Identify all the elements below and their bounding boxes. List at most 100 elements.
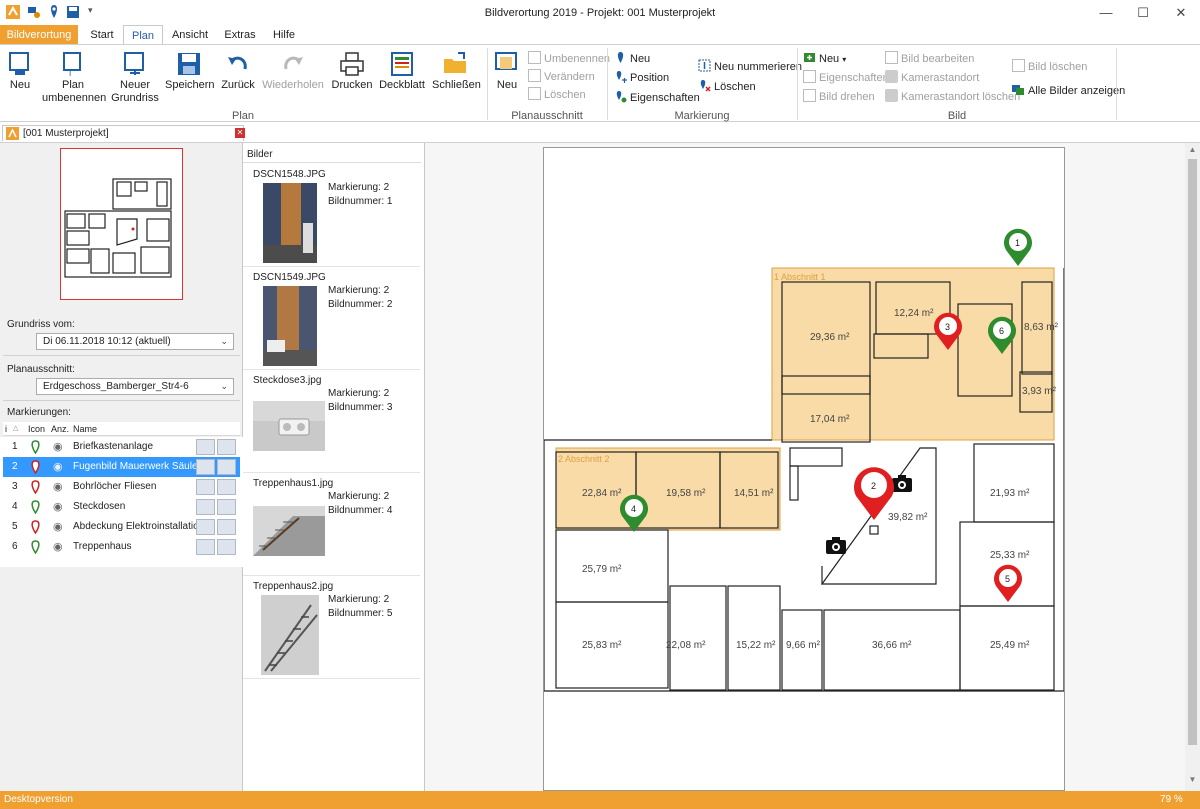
bild-eigenschaften-button[interactable]: Eigenschaften <box>803 70 889 86</box>
schliessen-button[interactable]: Schließen <box>432 51 481 92</box>
tab-ansicht[interactable]: Ansicht <box>166 25 214 45</box>
bild-loeschen-button[interactable]: Bild löschen <box>1012 59 1087 75</box>
col-nr[interactable]: i <box>5 422 7 436</box>
tab-hilfe[interactable]: Hilfe <box>264 25 304 45</box>
image-card[interactable]: DSCN1548.JPG Markierung: 2 Bildnummer: 1 <box>243 165 420 267</box>
marker-edit-button[interactable] <box>196 499 215 515</box>
umbenennen-button[interactable]: Umbenennen <box>528 51 610 67</box>
marker-edit-button[interactable] <box>196 439 215 455</box>
deckblatt-button[interactable]: Deckblatt <box>378 51 426 92</box>
alle-bilder-anzeigen-button[interactable]: Alle Bilder anzeigen <box>1012 83 1125 99</box>
table-row[interactable]: 6 ◉ Treppenhaus <box>3 537 240 557</box>
zurueck-button[interactable]: Zurück <box>218 51 258 92</box>
eye-icon[interactable]: ◉ <box>53 477 63 497</box>
scroll-down-icon[interactable]: ▼ <box>1185 775 1200 787</box>
plan-umbenennen-button[interactable]: I Plan umbenennen <box>42 51 106 105</box>
markierung-loeschen-button[interactable]: Löschen <box>698 79 756 95</box>
grundriss-select[interactable]: Di 06.11.2018 10:12 (aktuell) ⌄ <box>36 333 234 350</box>
pin-move-icon <box>616 71 627 83</box>
wiederholen-button[interactable]: Wiederholen <box>262 51 324 92</box>
camera-icon[interactable] <box>826 537 846 554</box>
room-area: 14,51 m² <box>734 488 774 499</box>
markierung-value: 2 <box>383 388 390 399</box>
pin-number: 3 <box>945 322 950 332</box>
plan-sheet: 1 Abschnitt 1 2 Abschnitt 2 29,36 m² 12,… <box>543 147 1065 791</box>
image-card[interactable]: Steckdose3.jpg Markierung: 2 Bildnummer: … <box>243 371 420 473</box>
maximize-icon[interactable]: ☐ <box>1124 0 1162 25</box>
markierung-eigenschaften-button[interactable]: Eigenschaften <box>614 90 700 106</box>
bildnummer-value: 5 <box>386 608 393 619</box>
drucken-button[interactable]: Drucken <box>330 51 374 92</box>
eye-icon[interactable]: ◉ <box>53 517 63 537</box>
kamerastandort-loeschen-button[interactable]: Kamerastandort löschen <box>885 89 1020 105</box>
tab-extras[interactable]: Extras <box>218 25 262 45</box>
col-anz[interactable]: Anz. <box>51 422 69 436</box>
pin-number: 6 <box>999 326 1004 336</box>
bild-drehen-button[interactable]: Bild drehen <box>803 89 875 105</box>
marker-delete-button[interactable] <box>217 439 236 455</box>
marker-pin-1[interactable]: 1 <box>1004 228 1032 266</box>
speichern-button[interactable]: Speichern <box>165 51 215 92</box>
title-bar: ▾ Bildverortung 2019 - Projekt: 001 Must… <box>0 0 1200 25</box>
table-row[interactable]: 4 ◉ Steckdosen <box>3 497 240 517</box>
table-row[interactable]: 1 ◉ Briefkastenanlage <box>3 437 240 457</box>
edit-image-icon <box>885 51 898 64</box>
bild-neu-button[interactable]: Neu ▾ <box>803 51 846 67</box>
rotate-image-icon <box>803 89 816 102</box>
marker-pin-5[interactable]: 5 <box>994 564 1023 602</box>
eye-icon[interactable]: ◉ <box>53 437 63 457</box>
eye-icon[interactable]: ◉ <box>53 457 63 477</box>
scroll-thumb[interactable] <box>1188 159 1197 745</box>
markierung-value: 2 <box>383 182 390 193</box>
close-icon[interactable]: ✕ <box>1162 0 1200 25</box>
bild-bearbeiten-button[interactable]: Bild bearbeiten <box>885 51 974 67</box>
col-name[interactable]: Name <box>73 422 97 436</box>
marker-delete-button[interactable] <box>217 479 236 495</box>
marker-nr: 6 <box>12 541 18 552</box>
document-tab[interactable]: [001 Musterprojekt] Erdgeschoss_Bamberge… <box>2 125 245 154</box>
plan-overview-thumbnail[interactable] <box>60 148 183 300</box>
vertical-scrollbar[interactable]: ▲ ▼ <box>1185 143 1200 791</box>
document-close-icon[interactable]: ✕ <box>235 128 245 138</box>
scroll-up-icon[interactable]: ▲ <box>1185 145 1200 157</box>
image-card[interactable]: Treppenhaus1.jpg Markierung: 2 Bildnummer… <box>243 474 420 576</box>
tab-bildverortung[interactable]: Bildverortung <box>0 25 78 45</box>
marker-edit-button[interactable] <box>196 479 215 495</box>
undo-icon <box>228 56 247 70</box>
marker-delete-button[interactable] <box>217 459 236 475</box>
neuer-grundriss-button[interactable]: Neuer Grundriss <box>110 51 160 105</box>
table-row[interactable]: 2 ◉ Fugenbild Mauerwerk Säule <box>3 457 240 477</box>
camera-icon[interactable] <box>892 475 912 492</box>
tab-plan[interactable]: Plan <box>123 25 163 45</box>
eye-icon[interactable]: ◉ <box>53 537 63 557</box>
table-row[interactable]: 3 ◉ Bohrlöcher Fliesen <box>3 477 240 497</box>
section-2-label: 2 Abschnitt 2 <box>558 454 610 464</box>
planausschnitt-select[interactable]: Erdgeschoss_Bamberger_Str4-6 ⌄ <box>36 378 234 395</box>
show-all-images-icon <box>1012 85 1024 95</box>
veraendern-button[interactable]: Verändern <box>528 69 595 85</box>
image-card[interactable]: Treppenhaus2.jpg Markierung: 2 Bildnummer… <box>243 577 420 679</box>
marker-edit-button[interactable] <box>196 519 215 535</box>
neu-nummerieren-button[interactable]: Neu nummerieren <box>698 59 802 75</box>
image-card[interactable]: DSCN1549.JPG Markierung: 2 Bildnummer: 2 <box>243 268 420 370</box>
plan-canvas[interactable]: 1 Abschnitt 1 2 Abschnitt 2 29,36 m² 12,… <box>425 143 1185 791</box>
bild-neu-dropdown-icon[interactable]: ▾ <box>842 55 846 64</box>
eye-icon[interactable]: ◉ <box>53 497 63 517</box>
col-icon[interactable]: Icon <box>28 422 45 436</box>
kamerastandort-button[interactable]: Kamerastandort <box>885 70 979 86</box>
marker-delete-button[interactable] <box>217 499 236 515</box>
marker-edit-button[interactable] <box>196 539 215 555</box>
new-image-icon <box>804 53 815 62</box>
table-row[interactable]: 5 ◉ Abdeckung Elektroinstallation <box>3 517 240 537</box>
marker-delete-button[interactable] <box>217 519 236 535</box>
marker-edit-button[interactable] <box>196 459 215 475</box>
marker-delete-button[interactable] <box>217 539 236 555</box>
neu-plan-button[interactable]: Neu <box>2 51 38 92</box>
markierung-position-button[interactable]: Position <box>614 70 669 86</box>
floorplan[interactable]: 1 Abschnitt 1 2 Abschnitt 2 29,36 m² 12,… <box>543 148 1065 790</box>
tab-start[interactable]: Start <box>82 25 122 45</box>
planausschnitt-neu-button[interactable]: Neu <box>492 51 522 92</box>
minimize-icon[interactable]: — <box>1087 0 1125 25</box>
markierung-neu-button[interactable]: Neu <box>614 51 650 67</box>
planausschnitt-loeschen-button[interactable]: Löschen <box>528 87 586 103</box>
